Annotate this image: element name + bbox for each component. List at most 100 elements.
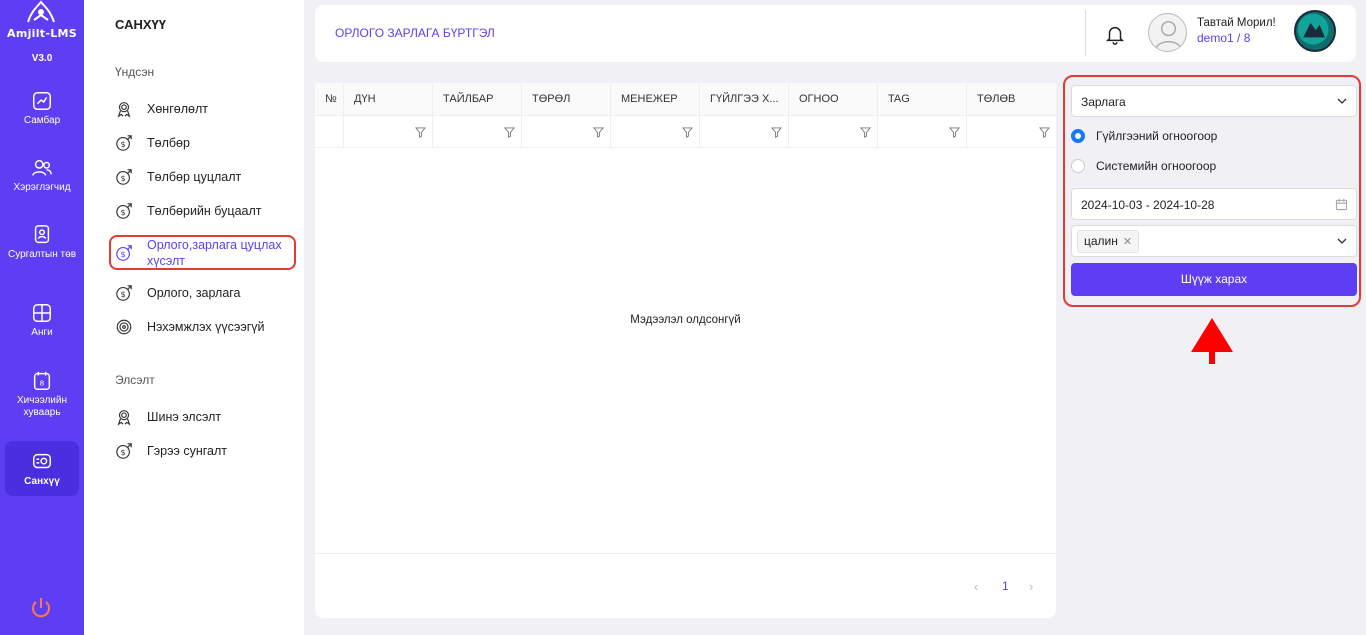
rail-item-dashboard[interactable]: Самбар <box>5 90 79 134</box>
pagination-next[interactable]: › <box>1029 579 1033 594</box>
users-icon <box>32 159 52 176</box>
date-range-value: 2024-10-03 - 2024-10-28 <box>1081 198 1215 212</box>
empty-state-text: Мэдээлэл олдсонгүй <box>630 314 741 326</box>
sidebar-item-new-enrollment[interactable]: Шинэ элсэлт <box>115 408 295 426</box>
header-divider <box>1085 10 1086 56</box>
calendar-icon: 8 <box>33 371 51 390</box>
left-rail: Amjilt-LMS V3.0 Самбар Хэрэглэгчид Сурга… <box>0 0 84 635</box>
column-header-description[interactable]: ТАЙЛБАР <box>433 83 522 116</box>
column-header-amount[interactable]: ДҮН <box>344 83 433 116</box>
rail-item-users[interactable]: Хэрэглэгчид <box>5 157 79 201</box>
sidebar-item-payment[interactable]: $ Төлбөр <box>115 134 295 152</box>
sidebar-item-contract-extension[interactable]: $ Гэрээ сунгалт <box>115 442 295 460</box>
app-version: V3.0 <box>31 53 53 64</box>
brand-avatar[interactable] <box>1294 10 1336 52</box>
money-icon: $ <box>116 169 132 185</box>
radio-button-checked[interactable] <box>1071 129 1085 143</box>
table-header: № ДҮН ТАЙЛБАР ТӨРӨЛ МЕНЕЖЕР ГҮЙЛГЭЭ Х...… <box>315 83 1056 116</box>
sidebar-item-payment-refund[interactable]: $ Төлбөрийн буцаалт <box>115 202 295 220</box>
filter-icon[interactable] <box>415 127 426 138</box>
pagination-prev[interactable]: ‹ <box>974 579 978 594</box>
filter-icon[interactable] <box>682 127 693 138</box>
sidebar-item-label: Хөнгөлөлт <box>147 102 208 116</box>
rail-label: Санхүү <box>24 476 60 487</box>
app-logo[interactable]: Amjilt-LMS V3.0 <box>0 0 84 70</box>
filter-cell[interactable] <box>611 116 700 148</box>
filter-cell[interactable] <box>522 116 611 148</box>
filter-cell[interactable] <box>344 116 433 148</box>
filter-cell[interactable] <box>789 116 878 148</box>
power-icon[interactable] <box>29 596 53 620</box>
svg-text:$: $ <box>121 139 126 149</box>
filter-submit-button[interactable]: Шүүж харах <box>1071 263 1357 296</box>
avatar[interactable] <box>1148 13 1187 52</box>
close-icon[interactable]: ✕ <box>1123 236 1132 248</box>
sidebar-item-discount[interactable]: Хөнгөлөлт <box>115 100 295 118</box>
welcome-text: Тавтай Морил! <box>1197 17 1276 29</box>
column-header-tag[interactable]: TAG <box>878 83 967 116</box>
filter-icon[interactable] <box>771 127 782 138</box>
column-header-manager[interactable]: МЕНЕЖЕР <box>611 83 700 116</box>
sidebar-item-payment-cancel[interactable]: $ Төлбөр цуцлалт <box>115 168 295 186</box>
rail-item-finance[interactable]: Санхүү <box>5 441 79 496</box>
sidebar-item-label: Нэхэмжлэх үүсээгүй <box>147 320 265 334</box>
filter-cell[interactable] <box>433 116 522 148</box>
rail-item-class[interactable]: Анги <box>5 302 79 346</box>
filter-icon[interactable] <box>949 127 960 138</box>
column-header-transaction[interactable]: ГҮЙЛГЭЭ Х... <box>700 83 789 116</box>
filter-icon[interactable] <box>1039 127 1050 138</box>
user-link[interactable]: demo1 / 8 <box>1197 31 1250 45</box>
filter-icon[interactable] <box>593 127 604 138</box>
money-icon: $ <box>116 203 132 219</box>
sidebar-item-label: Төлбөр <box>147 136 190 150</box>
column-header-type[interactable]: ТӨРӨЛ <box>522 83 611 116</box>
sidebar-item-no-invoice[interactable]: Нэхэмжлэх үүсээгүй <box>115 318 295 336</box>
table-footer-divider <box>315 553 1056 554</box>
award-icon <box>117 410 131 426</box>
money-icon: $ <box>116 443 132 459</box>
rail-label: Сургалтын төв <box>7 249 77 260</box>
rail-item-schedule[interactable]: 8 Хичээлийн хуваарь <box>5 370 79 426</box>
rail-item-training-center[interactable]: Сургалтын төв <box>5 224 79 280</box>
filter-cell[interactable] <box>878 116 967 148</box>
svg-text:$: $ <box>121 289 126 299</box>
radio-transaction-date[interactable]: Гүйлгээний огноогоор <box>1071 129 1217 143</box>
grid-icon <box>33 304 51 322</box>
type-select-value: Зарлага <box>1081 95 1126 109</box>
bell-icon[interactable] <box>1104 23 1126 45</box>
svg-text:8: 8 <box>40 379 45 388</box>
arrow-up-icon <box>1191 318 1233 364</box>
column-header-status[interactable]: ТӨЛӨВ <box>967 83 1056 116</box>
award-icon <box>117 102 131 118</box>
rail-label: Хэрэглэгчид <box>13 182 71 193</box>
rail-label: Самбар <box>23 115 61 126</box>
type-select[interactable]: Зарлага <box>1071 85 1357 117</box>
rail-label: Анги <box>31 327 53 338</box>
page-header: ОРЛОГО ЗАРЛАГА БҮРТГЭЛ Тавтай Морил! dem… <box>315 5 1356 62</box>
chevron-down-icon <box>1337 238 1347 244</box>
filter-row <box>315 116 1056 148</box>
logo-text: Amjilt-LMS <box>7 27 77 40</box>
sidebar-title: САНХҮҮ <box>115 17 166 32</box>
money-icon: $ <box>116 135 132 151</box>
pagination-page-1[interactable]: 1 <box>1002 579 1009 593</box>
radio-button[interactable] <box>1071 159 1085 173</box>
date-range-picker[interactable]: 2024-10-03 - 2024-10-28 <box>1071 188 1357 220</box>
finance-icon <box>33 453 51 469</box>
chevron-down-icon <box>1337 98 1347 104</box>
filter-cell[interactable] <box>967 116 1056 148</box>
filter-cell <box>315 116 344 148</box>
filter-icon[interactable] <box>504 127 515 138</box>
filter-cell[interactable] <box>700 116 789 148</box>
svg-text:$: $ <box>121 173 126 183</box>
calendar-icon <box>1335 198 1348 211</box>
column-header-date[interactable]: ОГНОО <box>789 83 878 116</box>
radio-system-date[interactable]: Системийн огноогоор <box>1071 159 1216 173</box>
sidebar-item-income-expense[interactable]: $ Орлого, зарлага <box>115 284 295 302</box>
column-header-number: № <box>315 83 344 116</box>
sidebar-item-label: Төлбөр цуцлалт <box>147 170 242 184</box>
page-title: ОРЛОГО ЗАРЛАГА БҮРТГЭЛ <box>335 26 495 40</box>
logo-mark-icon <box>27 0 55 23</box>
filter-icon[interactable] <box>860 127 871 138</box>
tag-select[interactable]: цалин ✕ <box>1071 225 1357 257</box>
